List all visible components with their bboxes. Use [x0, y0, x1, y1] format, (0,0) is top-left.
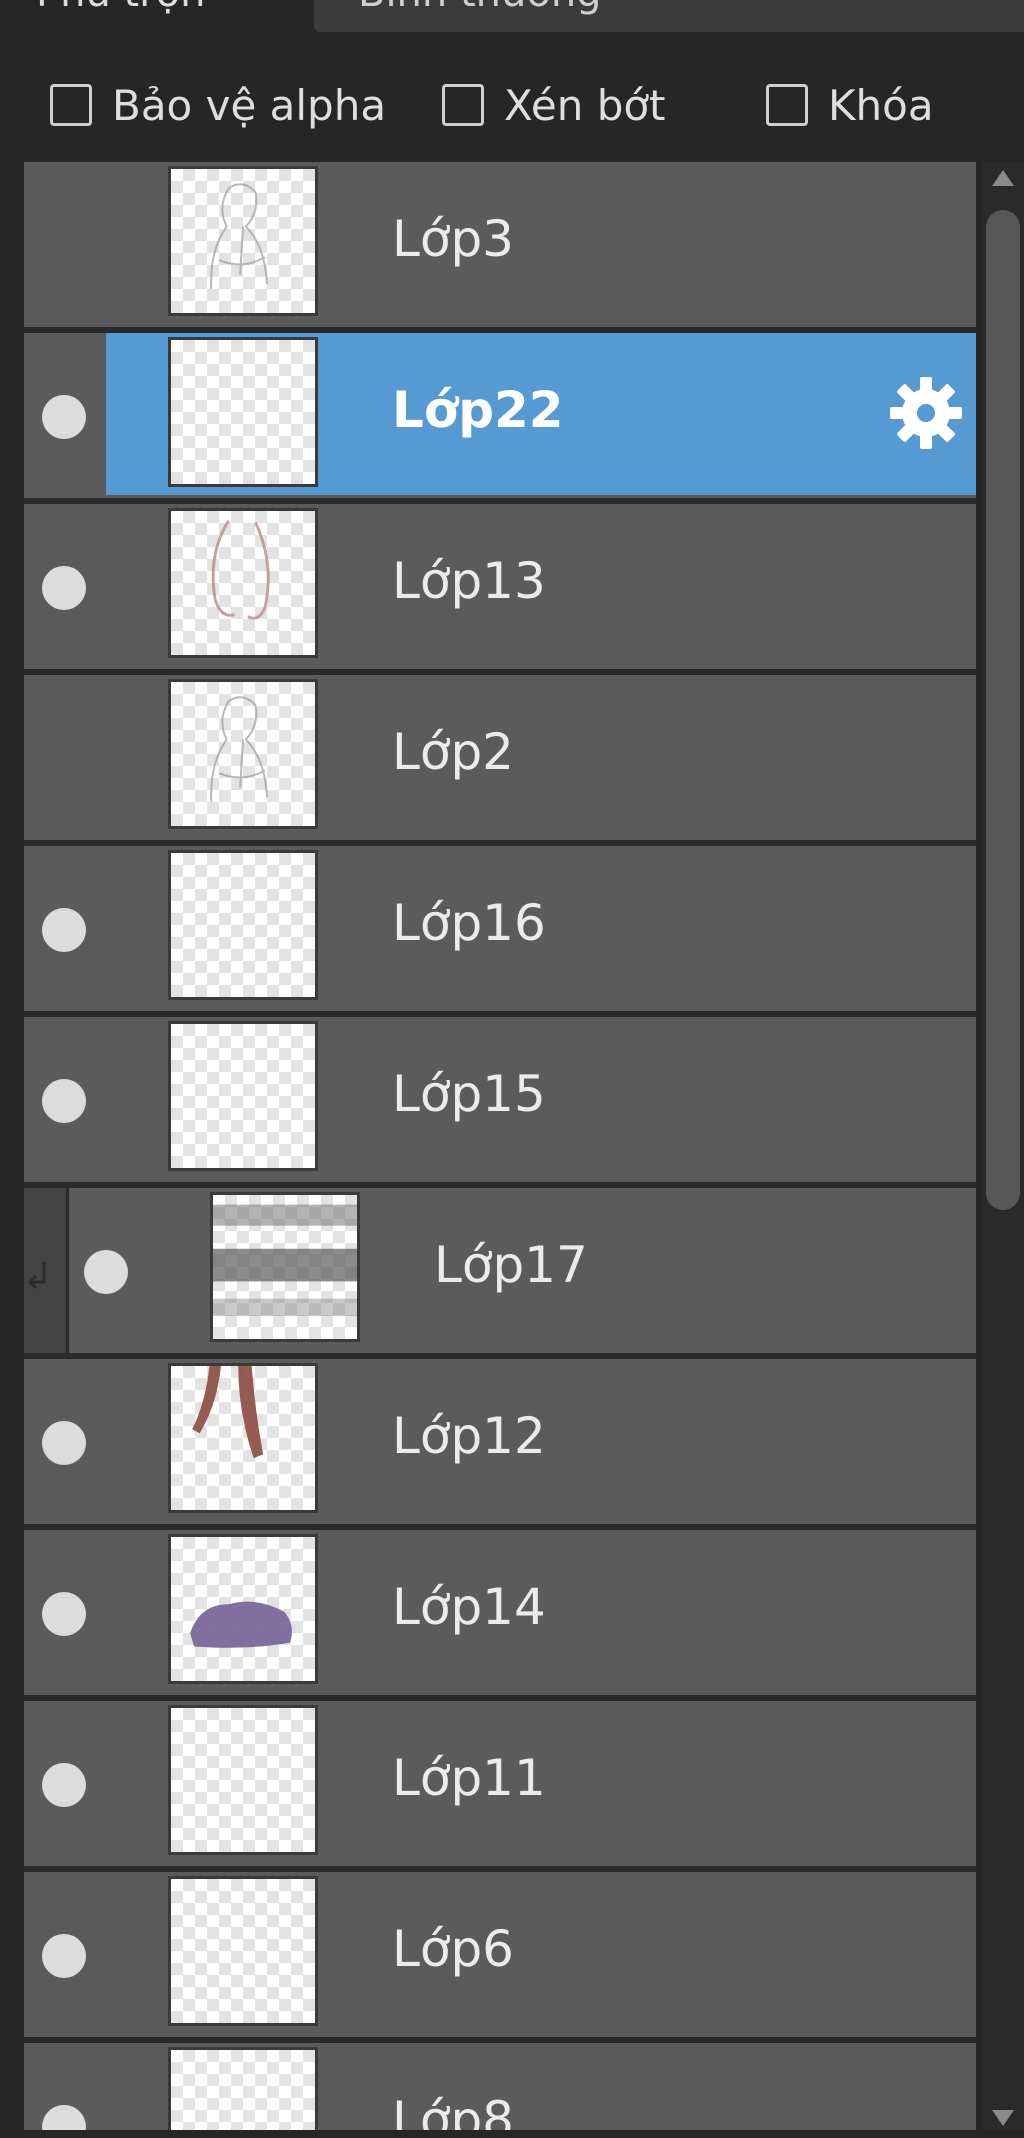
protect-alpha-checkbox[interactable] — [50, 84, 92, 126]
layer-name: Lớp11 — [392, 1749, 546, 1807]
layer-thumbnail — [168, 508, 318, 658]
layer-name: Lớp2 — [392, 723, 514, 781]
clip-label: Xén bớt — [504, 80, 666, 130]
layer-thumbnail — [168, 679, 318, 829]
layer-name: Lớp15 — [392, 1065, 546, 1123]
visibility-toggle-icon[interactable] — [42, 1934, 86, 1978]
lock-option[interactable]: Khóa — [766, 80, 934, 130]
layer-thumbnail — [168, 1363, 318, 1513]
layer-row[interactable]: Lớp2 — [24, 675, 976, 843]
clip-checkbox[interactable] — [442, 84, 484, 126]
layer-row[interactable]: Lớp15 — [24, 1017, 976, 1185]
layer-row[interactable]: Lớp13 — [24, 504, 976, 672]
scrollbar-thumb[interactable] — [986, 210, 1020, 1210]
blend-mode-value: Bình thường — [358, 0, 602, 16]
visibility-toggle-icon[interactable] — [42, 1079, 86, 1123]
layer-row[interactable]: Lớp17 — [24, 1188, 976, 1356]
clip-indicator — [24, 1188, 69, 1353]
layer-thumbnail — [168, 1705, 318, 1855]
layer-name: Lớp14 — [392, 1578, 546, 1636]
layer-row[interactable]: Lớp6 — [24, 1872, 976, 2040]
layer-row[interactable]: Lớp8 — [24, 2043, 976, 2130]
layer-name: Lớp13 — [392, 552, 546, 610]
lock-label: Khóa — [828, 80, 934, 130]
scroll-down-arrow-icon[interactable] — [988, 2106, 1018, 2130]
layer-thumbnail — [168, 337, 318, 487]
visibility-toggle-icon[interactable] — [42, 566, 86, 610]
layer-thumbnail — [168, 2047, 318, 2130]
layer-thumbnail — [168, 1021, 318, 1171]
layer-list-scrollbar[interactable] — [982, 162, 1024, 2130]
layer-name: Lớp6 — [392, 1920, 514, 1978]
visibility-toggle-icon[interactable] — [42, 2105, 86, 2130]
layer-name: Lớp22 — [392, 381, 564, 439]
visibility-toggle-icon[interactable] — [42, 1592, 86, 1636]
layer-name: Lớp3 — [392, 210, 514, 268]
layer-name: Lớp12 — [392, 1407, 546, 1465]
layer-settings-gear-icon[interactable] — [886, 373, 966, 453]
blend-mode-select[interactable]: Bình thường — [314, 0, 1024, 32]
layer-row[interactable]: Lớp3 — [24, 162, 976, 330]
visibility-toggle-icon[interactable] — [42, 1763, 86, 1807]
layer-name: Lớp16 — [392, 894, 546, 952]
layer-thumbnail — [168, 1534, 318, 1684]
clip-arrow-icon — [27, 1262, 46, 1290]
visibility-toggle-icon[interactable] — [42, 395, 86, 439]
visibility-toggle-icon[interactable] — [84, 1250, 128, 1294]
layer-row[interactable]: Lớp16 — [24, 846, 976, 1014]
layer-row[interactable]: Lớp22 — [24, 333, 976, 501]
visibility-toggle-icon[interactable] — [42, 908, 86, 952]
layer-thumbnail — [168, 850, 318, 1000]
clip-option[interactable]: Xén bớt — [442, 80, 666, 130]
layer-name: Lớp17 — [434, 1236, 588, 1294]
layer-row[interactable]: Lớp11 — [24, 1701, 976, 1869]
protect-alpha-label: Bảo vệ alpha — [112, 80, 387, 130]
layer-thumbnail — [168, 1876, 318, 2026]
lock-checkbox[interactable] — [766, 84, 808, 126]
layer-name: Lớp8 — [392, 2091, 514, 2130]
layer-row[interactable]: Lớp12 — [24, 1359, 976, 1527]
visibility-toggle-icon[interactable] — [42, 1421, 86, 1465]
protect-alpha-option[interactable]: Bảo vệ alpha — [50, 80, 386, 130]
layer-options: Bảo vệ alpha Xén bớt Khóa — [0, 60, 1024, 150]
layer-list[interactable]: Lớp3 Lớp22 Lớp13 Lớp2 Lớp16 Lớp15 Lớp17 Lớp12 Lớ… — [24, 162, 976, 2130]
scroll-up-arrow-icon[interactable] — [988, 166, 1018, 190]
layer-thumbnail — [168, 166, 318, 316]
layer-thumbnail — [210, 1192, 360, 1342]
layer-row[interactable]: Lớp14 — [24, 1530, 976, 1698]
blend-mode-label: Phủ trộn — [36, 0, 206, 16]
